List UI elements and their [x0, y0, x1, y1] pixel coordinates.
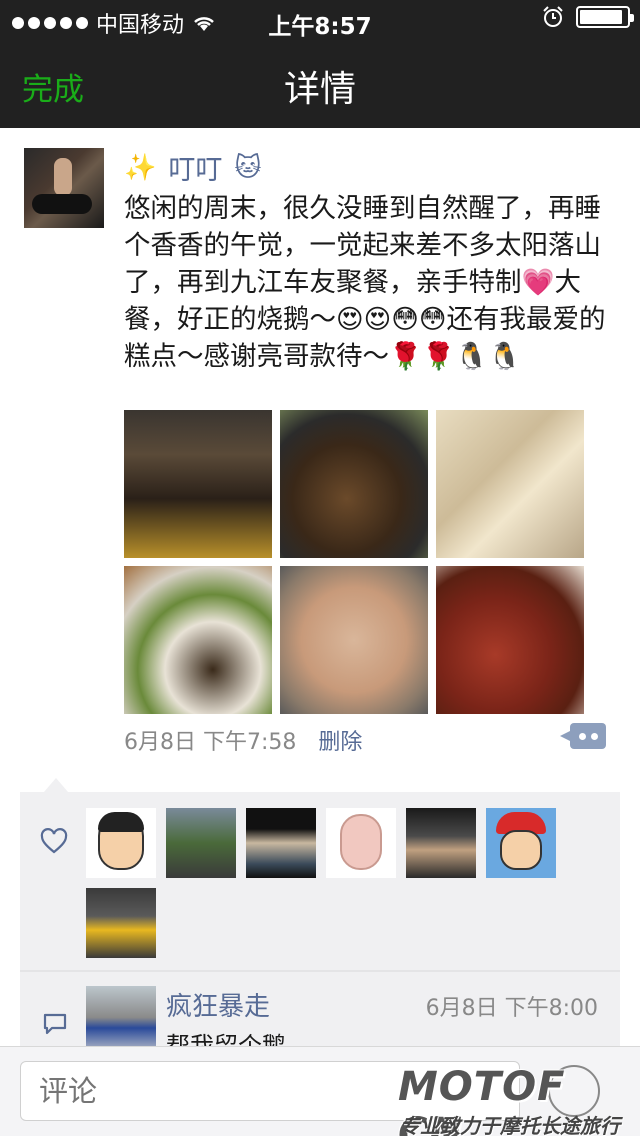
status-bar: 中国移动 上午8:57 [0, 0, 640, 40]
commenter-avatar[interactable] [86, 986, 156, 1046]
liker-avatar[interactable] [326, 808, 396, 878]
photo-dishes-table[interactable] [124, 566, 272, 714]
photo-cakes[interactable] [436, 410, 584, 558]
commenter-name[interactable]: 疯狂暴走 [166, 986, 270, 1023]
comment-icon [43, 1013, 67, 1035]
liker-avatar[interactable] [246, 808, 316, 878]
alarm-icon [543, 6, 563, 27]
nav-bar: 完成 详情 [0, 40, 640, 128]
battery-icon [576, 6, 634, 28]
delete-link[interactable]: 删除 [318, 724, 362, 756]
comment-time: 6月8日 下午8:00 [425, 996, 598, 1021]
liker-avatar[interactable] [86, 888, 156, 958]
post-meta: 6月8日 下午7:58 删除 [124, 724, 362, 756]
sparkle-icon: ✨ [124, 152, 157, 183]
watermark-tagline: 专业致力于摩托长途旅行 [400, 1114, 620, 1136]
photo-roast-goose[interactable] [436, 566, 584, 714]
comment-text: 帮我留个鹅 [166, 1032, 286, 1046]
photo-fried-rice[interactable] [280, 566, 428, 714]
heart-icon [40, 828, 68, 854]
cat-icon: 🐱 [234, 152, 262, 183]
watermark: MOTOF CN 专业致力于摩托长途旅行 [398, 1064, 640, 1136]
comment-item: 疯狂暴走 6月8日 下午8:00 帮我留个鹅 [20, 972, 620, 1046]
liker-avatar[interactable] [166, 808, 236, 878]
top-bar: 中国移动 上午8:57 完成 详情 [0, 0, 640, 128]
photo-grid [124, 410, 586, 714]
post-date: 6月8日 下午7:58 [124, 730, 297, 755]
photo-stir-fry-dish[interactable] [280, 410, 428, 558]
likes-panel [20, 778, 620, 970]
liker-avatar[interactable] [86, 808, 156, 878]
photo-motorcycles-night[interactable] [124, 410, 272, 558]
battery-fill [580, 10, 623, 24]
author-name[interactable]: 叮叮 [168, 148, 222, 187]
post-detail: ✨ 叮叮 🐱 悠闲的周末，很久没睡到自然醒了，再睡个香香的午觉，一觉起来差不多太… [0, 128, 640, 1046]
author-avatar[interactable] [24, 148, 104, 228]
page-title: 详情 [283, 69, 356, 110]
post-text: 悠闲的周末，很久没睡到自然醒了，再睡个香香的午觉，一觉起来差不多太阳落山了，再到… [124, 193, 606, 372]
more-actions-button[interactable] [560, 723, 606, 749]
author-name-row: ✨ 叮叮 🐱 [124, 148, 261, 187]
liker-avatar[interactable] [406, 808, 476, 878]
liker-avatar[interactable] [486, 808, 556, 878]
